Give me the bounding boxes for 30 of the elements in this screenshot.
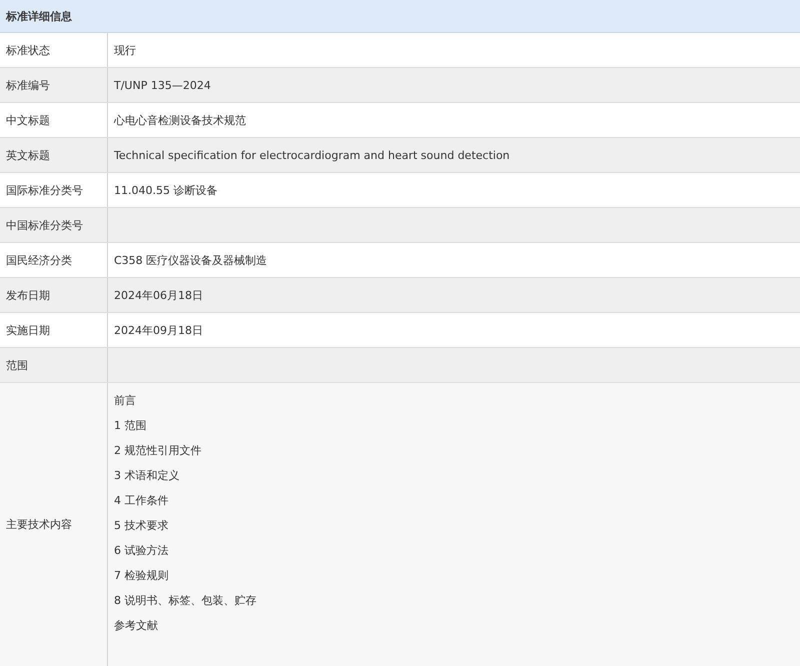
label-cell: 标准状态 <box>0 33 108 67</box>
label-cell: 中国标准分类号 <box>0 208 108 242</box>
value-cell-text: 11.040.55 诊断设备 <box>113 182 218 198</box>
contents-item: 4 工作条件 <box>114 493 168 509</box>
contents-item: 2 规范性引用文件 <box>114 443 202 459</box>
label-cell: 英文标题 <box>0 138 108 172</box>
label-cell: 中文标题 <box>0 103 108 137</box>
value-cell-text: C358 医疗仪器设备及器械制造 <box>113 252 268 268</box>
label-cell: 实施日期 <box>0 313 108 347</box>
value-cell-text: 心电心音检测设备技术规范 <box>112 112 247 128</box>
contents-item: 前言 <box>114 393 136 409</box>
label-cell: 标准编号 <box>0 68 108 102</box>
value-cell-text: T/UNP 135—2024 <box>113 78 212 94</box>
contents-item: 1 范围 <box>114 418 146 434</box>
contents-item: 6 试验方法 <box>114 543 168 559</box>
label-cell: 范围 <box>0 348 108 382</box>
contents-item: 5 技术要求 <box>114 518 168 534</box>
label-cell: 主要技术内容 <box>0 383 108 666</box>
contents-item: 7 检验规则 <box>114 568 168 584</box>
contents-item: 参考文献 <box>114 618 158 634</box>
label-cell: 国民经济分类 <box>0 243 108 277</box>
value-cell-text: 2024年09月18日 <box>113 322 204 338</box>
contents-item: 8 说明书、标签、包装、贮存 <box>114 593 256 609</box>
value-cell-text: 现行 <box>113 42 137 58</box>
label-cell: 国际标准分类号 <box>0 173 108 207</box>
value-cell-text: 2024年06月18日 <box>113 288 204 304</box>
label-cell: 发布日期 <box>0 278 108 312</box>
contents-item: 3 术语和定义 <box>114 468 180 484</box>
table-title: 标准详细信息 <box>6 8 72 24</box>
value-cell-text: Technical specification for electrocardiogram and heart sound detection <box>113 148 511 164</box>
